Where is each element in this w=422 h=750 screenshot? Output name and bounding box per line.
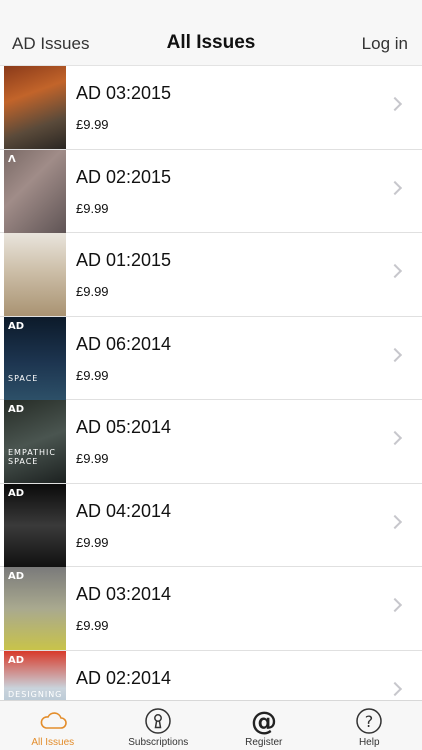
issue-title: AD 04:2014 [76,500,172,521]
issue-title: AD 03:2014 [76,584,172,604]
list-item[interactable]: AD AD 03:2014 £9.99 [0,567,422,651]
tab-label: Help [358,737,380,748]
issue-cover-image [4,233,66,316]
cover-logo: AD [8,404,25,415]
list-item[interactable]: AD EMPATHIC SPACE AD 05:2014 £9.99 [0,400,422,484]
list-item[interactable]: AD SPACE AD 06:2014 £9.99 [0,316,422,400]
list-item[interactable]: Λ AD 02:2015 £9.99 [0,149,422,233]
issue-cover-image: AD [4,567,66,650]
cover-title: SPACE [8,373,39,383]
issue-price: £9.99 [76,451,109,466]
issue-title: AD 05:2014 [76,417,172,437]
issue-price: £9.99 [76,618,109,633]
issue-cover-image: AD SPACE [4,316,66,400]
issue-title: AD 03:2015 [76,83,172,103]
cover-logo: Λ [8,153,16,165]
at-icon: @ [251,707,277,736]
question-icon: ? [356,708,382,734]
issue-price: £9.99 [76,367,109,383]
issue-cover-image: AD EMPATHIC SPACE [4,400,66,483]
cover-logo: AD [8,320,25,332]
issue-cover-image [4,66,66,149]
chevron-right-icon [387,514,403,529]
chevron-right-icon [387,681,403,696]
svg-text:@: @ [251,707,277,736]
cover-logo: AD [8,487,25,499]
issue-cover-image: Λ [4,149,66,233]
cloud-icon [40,712,67,729]
tab-bar: All Issues Subscriptions @ Register ? He… [0,700,422,750]
issue-list[interactable]: AD 03:2015 £9.99 Λ AD 02:2015 £9.99 AD 0… [0,66,422,700]
chevron-right-icon [387,430,403,446]
issue-cover-image: AD DESIGNING FOR THE THIRD AGE [4,650,66,700]
tab-label: All Issues [31,737,75,748]
issue-price: £9.99 [76,534,109,550]
chevron-right-icon [387,263,403,279]
tab-subscriptions[interactable]: Subscriptions [106,701,212,750]
keyhole-icon [145,708,171,734]
issue-title: AD 01:2015 [76,250,172,270]
log-in-button[interactable]: Log in [362,34,408,54]
issue-title: AD 06:2014 [76,333,172,354]
chevron-right-icon [387,180,403,195]
tab-label: Register [245,737,283,748]
issue-title: AD 02:2015 [76,166,172,187]
issue-cover-image: AD [4,483,66,567]
list-item[interactable]: AD 01:2015 £9.99 [0,233,422,317]
chevron-right-icon [387,597,403,613]
tab-all-issues[interactable]: All Issues [0,701,106,750]
issue-price: £9.99 [76,284,109,299]
cover-title: DESIGNING FOR THE THIRD AGE [8,690,63,700]
chevron-right-icon [387,347,403,362]
cover-logo: AD [8,571,25,582]
list-item[interactable]: AD AD 04:2014 £9.99 [0,483,422,567]
issue-title: AD 02:2014 [76,667,172,688]
issue-price: £9.99 [76,200,109,216]
cover-logo: AD [8,654,25,666]
tab-register[interactable]: @ Register [211,701,317,750]
chevron-right-icon [387,96,403,112]
tab-help[interactable]: ? Help [317,701,422,750]
list-item[interactable]: AD DESIGNING FOR THE THIRD AGE AD 02:2014 [0,650,422,700]
list-item[interactable]: AD 03:2015 £9.99 [0,66,422,150]
tab-label: Subscriptions [128,737,189,748]
svg-text:?: ? [365,712,374,731]
issue-price: £9.99 [76,117,109,132]
navigation-bar: AD Issues All Issues Log in [0,0,422,66]
cover-title: EMPATHIC SPACE [8,448,56,467]
page-title: All Issues [166,32,256,53]
